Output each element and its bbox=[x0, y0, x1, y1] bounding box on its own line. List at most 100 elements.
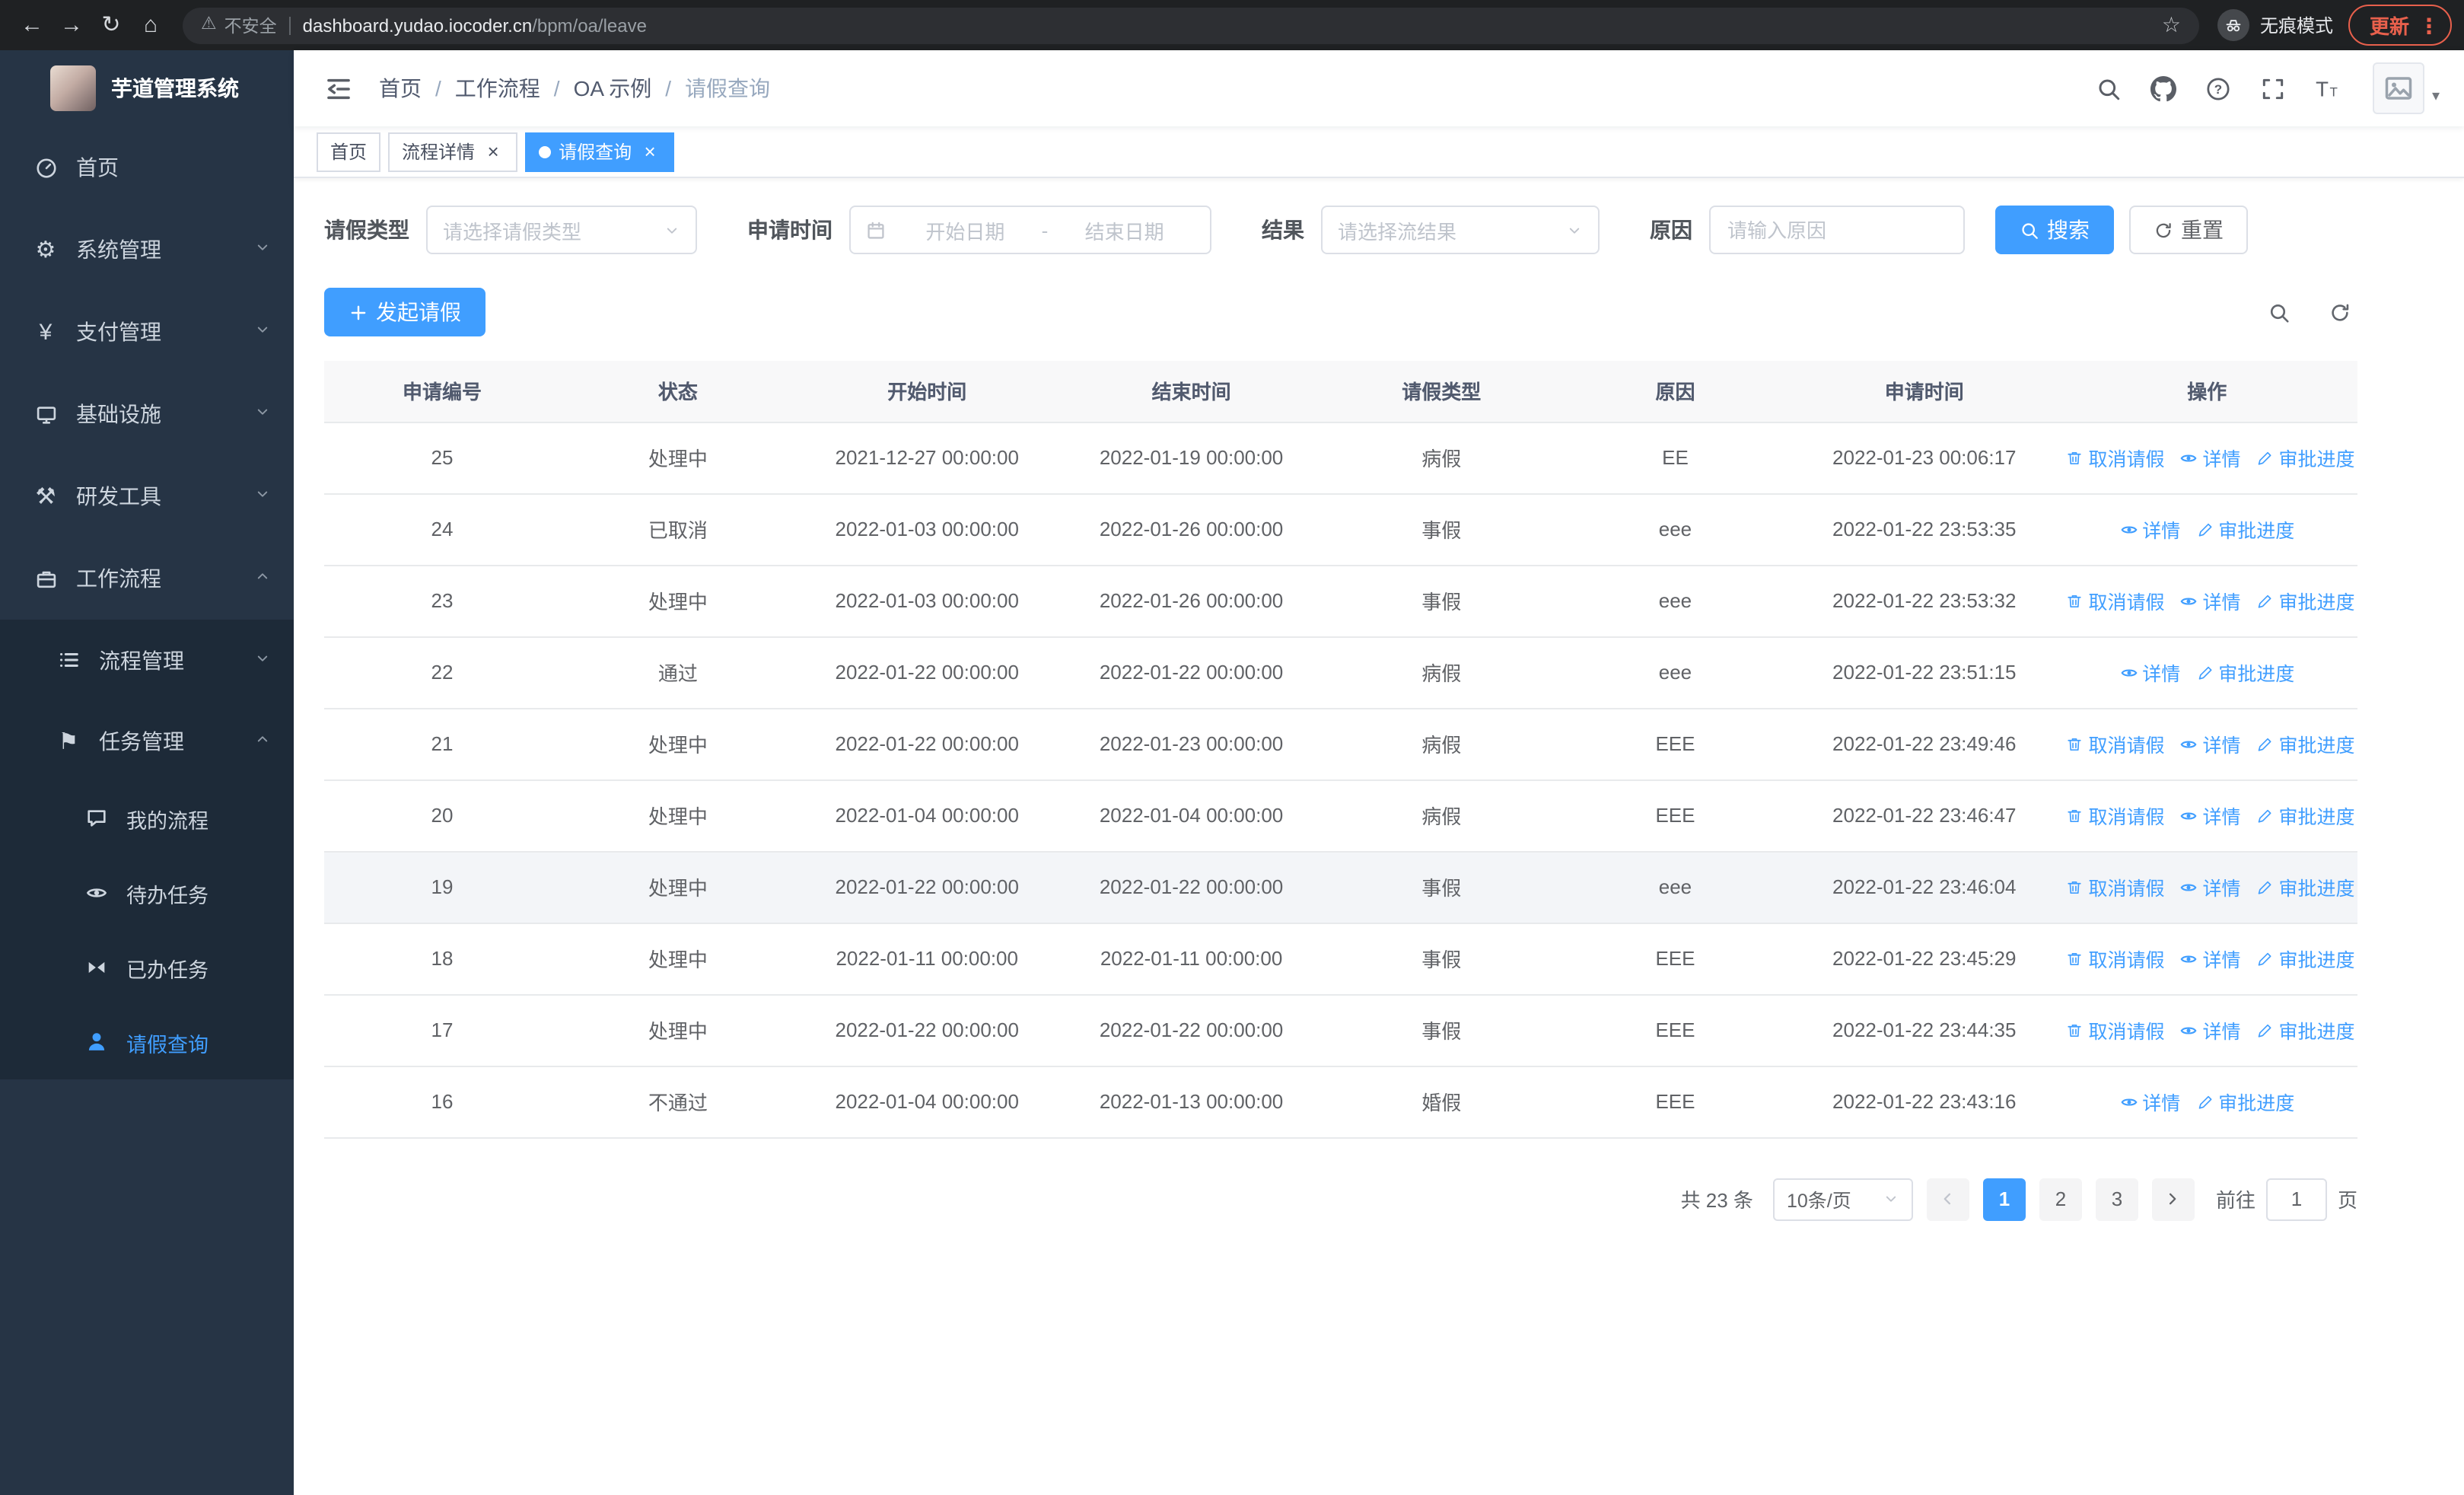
table-row[interactable]: 22 通过 2022-01-22 00:00:00 2022-01-22 00:00:… bbox=[324, 636, 2357, 709]
approval-progress-link[interactable]: 审批进度 bbox=[2256, 872, 2355, 901]
fullscreen-button[interactable] bbox=[2251, 65, 2297, 111]
page-size-select[interactable]: 10条/页 bbox=[1772, 1178, 1913, 1220]
goto-page-input[interactable] bbox=[2265, 1178, 2327, 1220]
reset-button[interactable]: 重置 bbox=[2129, 206, 2248, 254]
user-avatar[interactable] bbox=[2372, 62, 2424, 114]
breadcrumb-item[interactable]: 工作流程 bbox=[455, 73, 540, 104]
cancel-leave-link[interactable]: 取消请假 bbox=[2065, 443, 2164, 472]
detail-link[interactable]: 详情 bbox=[2179, 443, 2241, 472]
toolbar-search-button[interactable] bbox=[2260, 294, 2297, 330]
page-button-1[interactable]: 1 bbox=[1982, 1178, 2026, 1220]
sidebar-item-leave-query[interactable]: 请假查询 bbox=[0, 1005, 294, 1079]
tab-leave-query[interactable]: 请假查询 × bbox=[525, 132, 675, 171]
font-size-button[interactable]: TT bbox=[2306, 65, 2351, 111]
cancel-leave-link[interactable]: 取消请假 bbox=[2065, 1015, 2164, 1044]
sidebar-item-done-tasks[interactable]: 已办任务 bbox=[0, 930, 294, 1005]
sidebar-item-my-process[interactable]: 我的流程 bbox=[0, 781, 294, 856]
browser-menu-icon[interactable]: ⋮ bbox=[2418, 14, 2440, 36]
detail-link[interactable]: 详情 bbox=[2179, 729, 2241, 758]
table-row[interactable]: 21 处理中 2022-01-22 00:00:00 2022-01-23 00:00… bbox=[324, 708, 2357, 780]
search-button[interactable] bbox=[2087, 65, 2132, 111]
cancel-leave-link[interactable]: 取消请假 bbox=[2065, 944, 2164, 973]
table-row[interactable]: 16 不通过 2022-01-04 00:00:00 2022-01-13 00:00… bbox=[324, 1066, 2357, 1138]
back-button[interactable]: ← bbox=[12, 5, 52, 45]
apply-time-range-picker[interactable]: 开始日期 - 结束日期 bbox=[849, 206, 1211, 254]
approval-progress-link[interactable]: 审批进度 bbox=[2256, 729, 2355, 758]
cancel-leave-link[interactable]: 取消请假 bbox=[2065, 729, 2164, 758]
table-row[interactable]: 23 处理中 2022-01-03 00:00:00 2022-01-26 00:00… bbox=[324, 565, 2357, 637]
sidebar-item-payment-mgmt[interactable]: ¥ 支付管理 bbox=[0, 291, 294, 373]
chevron-down-icon bbox=[1566, 222, 1583, 238]
detail-link[interactable]: 详情 bbox=[2179, 872, 2241, 901]
tab-home[interactable]: 首页 bbox=[317, 132, 381, 171]
cancel-leave-link[interactable]: 取消请假 bbox=[2065, 872, 2164, 901]
sidebar-item-todo-tasks[interactable]: 待办任务 bbox=[0, 856, 294, 930]
page-button-3[interactable]: 3 bbox=[2095, 1178, 2138, 1220]
approval-progress-link[interactable]: 审批进度 bbox=[2256, 586, 2355, 615]
table-row[interactable]: 17 处理中 2022-01-22 00:00:00 2022-01-22 00:00… bbox=[324, 994, 2357, 1066]
table-toolbar: 发起请假 bbox=[324, 288, 2357, 336]
start-date-placeholder: 开始日期 bbox=[925, 220, 1005, 243]
detail-link[interactable]: 详情 bbox=[2179, 1015, 2241, 1044]
bowtie-icon bbox=[82, 956, 110, 979]
prev-page-button[interactable] bbox=[1926, 1178, 1969, 1220]
browser-update-button[interactable]: 更新 ⋮ bbox=[2348, 5, 2452, 46]
table-row[interactable]: 19 处理中 2022-01-22 00:00:00 2022-01-22 00:00… bbox=[324, 851, 2357, 923]
result-select[interactable]: 请选择流结果 bbox=[1321, 206, 1600, 254]
sidebar-logo[interactable]: 芋道管理系统 bbox=[0, 50, 294, 126]
detail-link[interactable]: 详情 bbox=[2179, 586, 2241, 615]
breadcrumb-item[interactable]: OA 示例 bbox=[574, 73, 652, 104]
sidebar-item-devtools[interactable]: ⚒ 研发工具 bbox=[0, 455, 294, 537]
forward-button[interactable]: → bbox=[52, 5, 91, 45]
detail-link[interactable]: 详情 bbox=[2119, 515, 2180, 543]
approval-progress-link[interactable]: 审批进度 bbox=[2256, 801, 2355, 830]
sidebar-item-home[interactable]: 首页 bbox=[0, 126, 294, 209]
home-button[interactable]: ⌂ bbox=[131, 5, 170, 45]
table-row[interactable]: 20 处理中 2022-01-04 00:00:00 2022-01-04 00:00… bbox=[324, 779, 2357, 852]
detail-link[interactable]: 详情 bbox=[2119, 658, 2180, 687]
bookmark-star-icon[interactable]: ☆ bbox=[2162, 12, 2181, 38]
leave-type-select[interactable]: 请选择请假类型 bbox=[426, 206, 697, 254]
sidebar-item-system-mgmt[interactable]: ⚙ 系统管理 bbox=[0, 209, 294, 291]
approval-progress-link[interactable]: 审批进度 bbox=[2256, 443, 2355, 472]
sidebar-item-workflow[interactable]: 工作流程 bbox=[0, 537, 294, 620]
search-button[interactable]: 搜索 bbox=[1995, 206, 2114, 254]
cell-id: 22 bbox=[324, 636, 560, 709]
table-row[interactable]: 25 处理中 2021-12-27 00:00:00 2022-01-19 00:00… bbox=[324, 422, 2357, 494]
toolbar-refresh-button[interactable] bbox=[2321, 294, 2357, 330]
reload-button[interactable]: ↻ bbox=[91, 5, 131, 45]
next-page-button[interactable] bbox=[2151, 1178, 2195, 1220]
sidebar-item-infrastructure[interactable]: 基础设施 bbox=[0, 373, 294, 455]
close-icon[interactable]: × bbox=[482, 141, 504, 162]
approval-progress-link[interactable]: 审批进度 bbox=[2195, 515, 2294, 543]
breadcrumb-item: 请假查询 bbox=[685, 76, 771, 100]
sidebar-item-task-mgmt[interactable]: ⚑ 任务管理 bbox=[0, 700, 294, 781]
avatar-caret-down-icon[interactable]: ▾ bbox=[2432, 88, 2440, 114]
security-chip[interactable]: ⚠ 不安全 bbox=[201, 13, 277, 37]
page-button-2[interactable]: 2 bbox=[2039, 1178, 2082, 1220]
approval-progress-link[interactable]: 审批进度 bbox=[2195, 658, 2294, 687]
approval-progress-link[interactable]: 审批进度 bbox=[2256, 944, 2355, 973]
detail-link[interactable]: 详情 bbox=[2119, 1087, 2180, 1116]
cancel-leave-link[interactable]: 取消请假 bbox=[2065, 801, 2164, 830]
address-bar[interactable]: ⚠ 不安全 dashboard.yudao.iocoder.cn /bpm/oa… bbox=[183, 7, 2199, 43]
table-row[interactable]: 24 已取消 2022-01-03 00:00:00 2022-01-26 00:00… bbox=[324, 493, 2357, 566]
breadcrumb-item[interactable]: 首页 bbox=[379, 73, 422, 104]
table-row[interactable]: 18 处理中 2022-01-11 00:00:00 2022-01-11 00:00… bbox=[324, 923, 2357, 995]
github-button[interactable] bbox=[2141, 65, 2187, 111]
cancel-leave-link[interactable]: 取消请假 bbox=[2065, 586, 2164, 615]
approval-progress-link[interactable]: 审批进度 bbox=[2256, 1015, 2355, 1044]
create-leave-button[interactable]: 发起请假 bbox=[324, 288, 485, 336]
help-button[interactable]: ? bbox=[2196, 65, 2242, 111]
close-icon[interactable]: × bbox=[639, 141, 661, 162]
reason-input[interactable] bbox=[1709, 206, 1965, 254]
detail-link[interactable]: 详情 bbox=[2179, 801, 2241, 830]
approval-progress-link[interactable]: 审批进度 bbox=[2195, 1087, 2294, 1116]
trash-icon bbox=[2065, 1021, 2084, 1039]
tab-process-detail[interactable]: 流程详情 × bbox=[388, 132, 518, 171]
cell-actions: 取消请假 详情 审批进度 bbox=[2056, 851, 2357, 923]
detail-link[interactable]: 详情 bbox=[2179, 944, 2241, 973]
sidebar-collapse-button[interactable] bbox=[318, 68, 359, 109]
cell-end: 2022-01-11 00:00:00 bbox=[1058, 923, 1325, 995]
sidebar-item-process-mgmt[interactable]: 流程管理 bbox=[0, 620, 294, 700]
